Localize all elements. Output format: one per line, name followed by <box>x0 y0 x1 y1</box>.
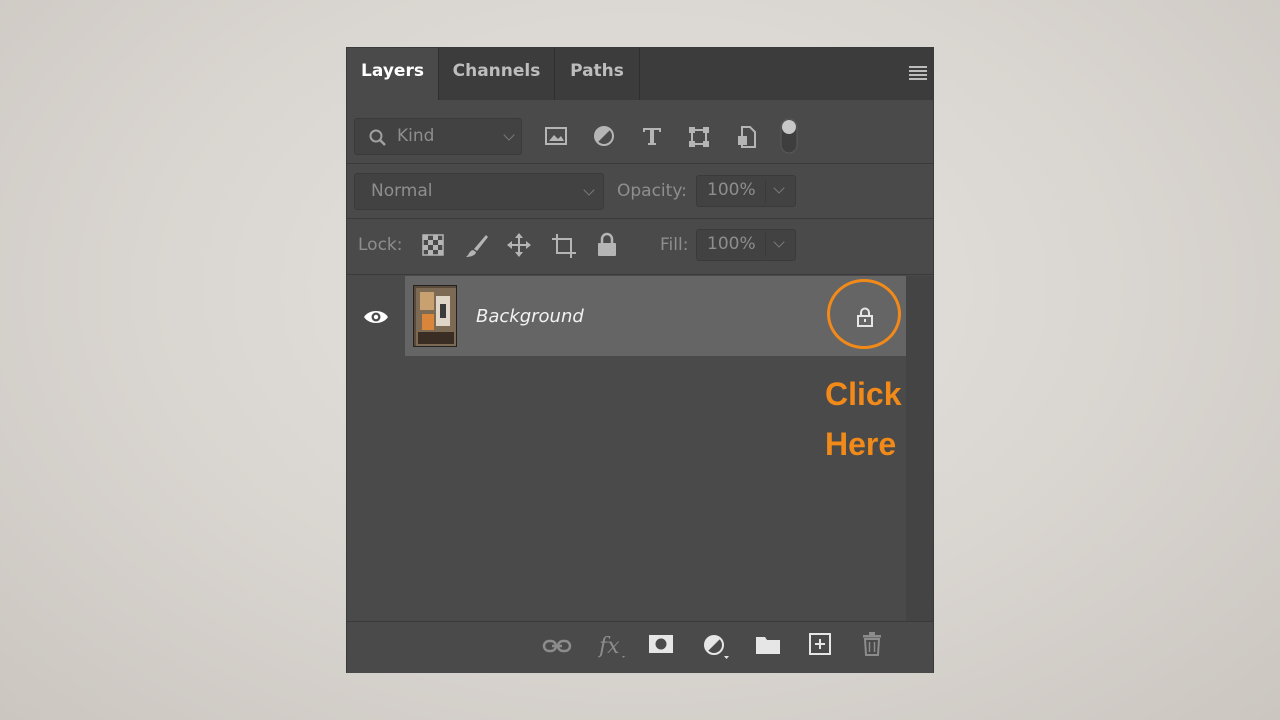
opacity-value: 100% <box>707 180 756 200</box>
shape-filter-icon[interactable] <box>687 125 711 149</box>
lock-label: Lock: <box>358 235 403 255</box>
layer-thumbnail <box>413 285 457 347</box>
new-layer-icon[interactable] <box>808 632 832 656</box>
layers-bottom-toolbar: fx <box>347 621 933 673</box>
tab-paths[interactable]: Paths <box>555 48 640 100</box>
new-group-icon[interactable] <box>754 634 782 656</box>
chevron-down-icon <box>773 182 785 194</box>
lock-image-pixels-icon[interactable] <box>464 233 490 259</box>
filter-toggle-icon[interactable] <box>780 118 798 154</box>
chevron-down-icon <box>773 236 785 248</box>
lock-position-icon[interactable] <box>506 232 532 258</box>
callout-text-line2: Here <box>825 426 897 462</box>
panel-tab-bar: Layers Channels Paths <box>347 48 933 100</box>
type-filter-icon[interactable] <box>641 125 663 147</box>
blend-mode-select[interactable]: Normal <box>354 173 604 210</box>
visibility-eye-icon[interactable] <box>362 307 390 327</box>
lock-artboard-icon[interactable] <box>550 232 578 260</box>
fx-icon[interactable]: fx <box>598 632 628 660</box>
layers-scrollbar[interactable] <box>906 276 933 621</box>
adjustment-layer-icon[interactable] <box>702 634 732 660</box>
kind-filter-label: Kind <box>397 126 435 146</box>
lock-transparent-pixels-icon[interactable] <box>422 234 444 256</box>
blend-mode-value: Normal <box>371 181 433 201</box>
highlight-circle <box>827 279 901 349</box>
chevron-down-icon <box>583 184 595 196</box>
link-layers-icon[interactable] <box>542 636 572 656</box>
layer-name[interactable]: Background <box>476 306 584 327</box>
fill-label: Fill: <box>660 235 689 255</box>
fill-value: 100% <box>707 234 756 254</box>
adjustment-filter-icon[interactable] <box>593 125 615 147</box>
kind-filter-select[interactable]: Kind <box>354 118 522 155</box>
tab-channels[interactable]: Channels <box>439 48 555 100</box>
delete-layer-icon[interactable] <box>860 631 884 657</box>
smart-object-filter-icon[interactable] <box>736 125 758 149</box>
svg-text:fx: fx <box>598 634 620 659</box>
chevron-down-icon <box>503 129 515 141</box>
fill-input[interactable]: 100% <box>696 229 796 261</box>
search-icon <box>369 129 386 146</box>
opacity-label: Opacity: <box>617 181 687 201</box>
opacity-input[interactable]: 100% <box>696 175 796 207</box>
tab-layers[interactable]: Layers <box>347 48 439 100</box>
add-mask-icon[interactable] <box>648 634 674 656</box>
panel-menu-icon[interactable] <box>909 66 927 80</box>
layers-panel: Layers Channels Paths Kind Normal Opacit… <box>347 48 933 673</box>
lock-all-icon[interactable] <box>596 232 618 258</box>
callout-text-line1: Click <box>825 376 902 412</box>
image-filter-icon[interactable] <box>544 125 568 147</box>
